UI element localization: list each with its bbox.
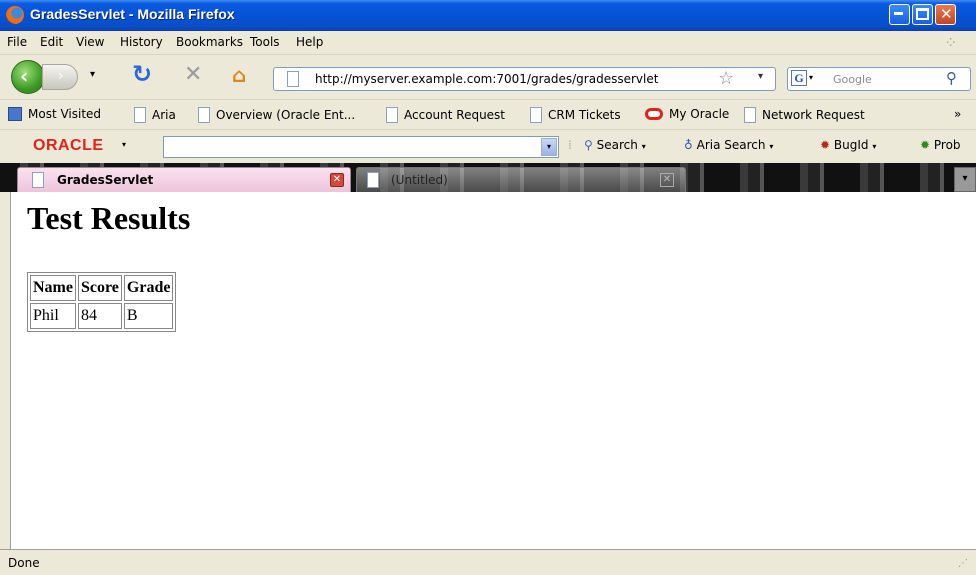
maximize-button[interactable] xyxy=(912,4,933,25)
menu-view[interactable]: View xyxy=(76,35,104,49)
page-icon xyxy=(367,172,379,188)
minimize-button[interactable] xyxy=(889,4,910,25)
bookmark-most-visited[interactable]: Most Visited xyxy=(8,107,101,121)
menu-file[interactable]: File xyxy=(7,35,27,49)
bookmark-star-icon[interactable]: ☆ xyxy=(718,68,734,89)
search-box[interactable]: G ▾ Google ⚲ xyxy=(787,67,971,91)
tab-label: (Untitled) xyxy=(391,173,448,187)
firefox-icon xyxy=(6,6,24,24)
tab-bar: GradesServlet ✕ (Untitled) ✕ ▾ xyxy=(0,163,976,192)
menu-history[interactable]: History xyxy=(120,35,163,49)
page-heading: Test Results xyxy=(27,200,191,236)
status-text: Done xyxy=(8,556,40,570)
search-placeholder: Google xyxy=(833,73,872,86)
tab-label: GradesServlet xyxy=(57,173,154,187)
reload-icon[interactable]: ↻ xyxy=(132,60,152,88)
status-bar: Done ⋰ xyxy=(0,549,976,575)
tab-close-icon[interactable]: ✕ xyxy=(330,173,344,187)
table-header-row: Name Score Grade xyxy=(30,275,174,301)
bookmarks-toolbar: Most Visited Aria Overview (Oracle Ent..… xyxy=(0,99,976,130)
oracle-toolbar: ORACLE ▾ ▾ ⁞ ⚲ Search ▾ ♁ Aria Search ▾ … xyxy=(0,129,976,164)
chevron-down-icon: ▾ xyxy=(769,142,774,151)
navigation-toolbar: ‹ › ▾ ↻ ✕ ⌂ http://myserver.example.com:… xyxy=(0,54,976,100)
bookmark-crm-tickets[interactable]: CRM Tickets xyxy=(530,107,621,123)
search-icon[interactable]: ⚲ xyxy=(946,69,957,87)
aria-search-button[interactable]: ♁ Aria Search ▾ xyxy=(684,138,773,152)
oracle-icon xyxy=(645,108,663,120)
page-icon xyxy=(287,71,299,87)
bookmark-aria[interactable]: Aria xyxy=(134,107,176,123)
menu-tools[interactable]: Tools xyxy=(250,35,280,49)
search-engine-dropdown-icon[interactable]: ▾ xyxy=(809,73,813,82)
menu-help[interactable]: Help xyxy=(296,35,323,49)
window-title: GradesServlet - Mozilla Firefox xyxy=(30,6,235,22)
column-header: Score xyxy=(77,275,122,301)
bookmark-my-oracle[interactable]: My Oracle xyxy=(645,107,729,121)
bookmarks-overflow-icon[interactable]: » xyxy=(954,107,961,121)
bookmark-network-request[interactable]: Network Request xyxy=(744,107,865,123)
page-content: Test Results Name Score Grade Phil 84 B xyxy=(10,192,976,549)
page-icon xyxy=(134,107,146,123)
chevron-down-icon: ▾ xyxy=(641,142,646,151)
history-dropdown-icon[interactable]: ▾ xyxy=(90,69,95,80)
back-arrow-icon: ‹ xyxy=(20,64,29,88)
menu-bookmarks[interactable]: Bookmarks xyxy=(176,35,243,49)
page-icon xyxy=(32,172,44,188)
oracle-search-button[interactable]: ⚲ Search ▾ xyxy=(584,138,646,152)
toolbar-grip-icon: ⁞ xyxy=(568,138,572,152)
oracle-menu-dropdown-icon[interactable]: ▾ xyxy=(122,140,126,149)
page-icon xyxy=(744,107,756,123)
back-button[interactable]: ‹ xyxy=(11,60,45,94)
bug-icon: ✹ xyxy=(820,138,831,152)
prob-button[interactable]: ✹ Prob xyxy=(920,138,961,152)
throbber-icon: ⁘ xyxy=(944,33,958,52)
close-button[interactable]: ✕ xyxy=(935,4,956,25)
bookmark-account-request[interactable]: Account Request xyxy=(386,107,505,123)
google-icon[interactable]: G xyxy=(791,70,807,86)
address-bar[interactable]: http://myserver.example.com:7001/grades/… xyxy=(273,67,776,91)
chevron-down-icon: ▾ xyxy=(872,142,877,151)
oracle-search-input[interactable]: ▾ xyxy=(163,136,559,158)
oracle-logo[interactable]: ORACLE xyxy=(33,137,104,155)
column-header: Name xyxy=(30,275,76,301)
menu-edit[interactable]: Edit xyxy=(40,35,63,49)
table-cell: B xyxy=(123,303,174,329)
oracle-search-dropdown-icon[interactable]: ▾ xyxy=(541,138,557,156)
page-icon xyxy=(386,107,398,123)
table-cell: 84 xyxy=(77,303,122,329)
bugid-button[interactable]: ✹ BugId ▾ xyxy=(820,138,876,152)
menu-bar: File Edit View History Bookmarks Tools H… xyxy=(0,31,976,54)
title-bar: GradesServlet - Mozilla Firefox ✕ xyxy=(0,0,976,31)
table-row: Phil 84 B xyxy=(30,303,174,329)
person-icon: ♁ xyxy=(684,138,693,152)
bug-green-icon: ✹ xyxy=(920,138,931,152)
results-table: Name Score Grade Phil 84 B xyxy=(27,272,177,332)
tab-untitled[interactable]: (Untitled) ✕ xyxy=(356,167,686,192)
column-header: Grade xyxy=(123,275,174,301)
stop-icon[interactable]: ✕ xyxy=(184,62,202,87)
forward-button[interactable]: › xyxy=(42,64,78,90)
tab-close-icon[interactable]: ✕ xyxy=(660,173,674,187)
page-icon xyxy=(530,107,542,123)
resize-grip-icon[interactable]: ⋰ xyxy=(958,558,968,569)
home-icon[interactable]: ⌂ xyxy=(232,63,246,87)
bookmark-overview[interactable]: Overview (Oracle Ent... xyxy=(198,107,355,123)
url-dropdown-icon[interactable]: ▾ xyxy=(758,71,763,82)
page-icon xyxy=(198,107,210,123)
tab-list-button[interactable]: ▾ xyxy=(954,167,976,192)
magnifier-icon: ⚲ xyxy=(584,138,593,152)
forward-arrow-icon: › xyxy=(58,68,64,84)
table-cell: Phil xyxy=(30,303,76,329)
firefox-window: GradesServlet - Mozilla Firefox ✕ File E… xyxy=(0,0,976,575)
url-text[interactable]: http://myserver.example.com:7001/grades/… xyxy=(315,72,658,86)
most-visited-icon xyxy=(8,107,22,121)
tab-gradesservlet[interactable]: GradesServlet ✕ xyxy=(17,167,351,192)
